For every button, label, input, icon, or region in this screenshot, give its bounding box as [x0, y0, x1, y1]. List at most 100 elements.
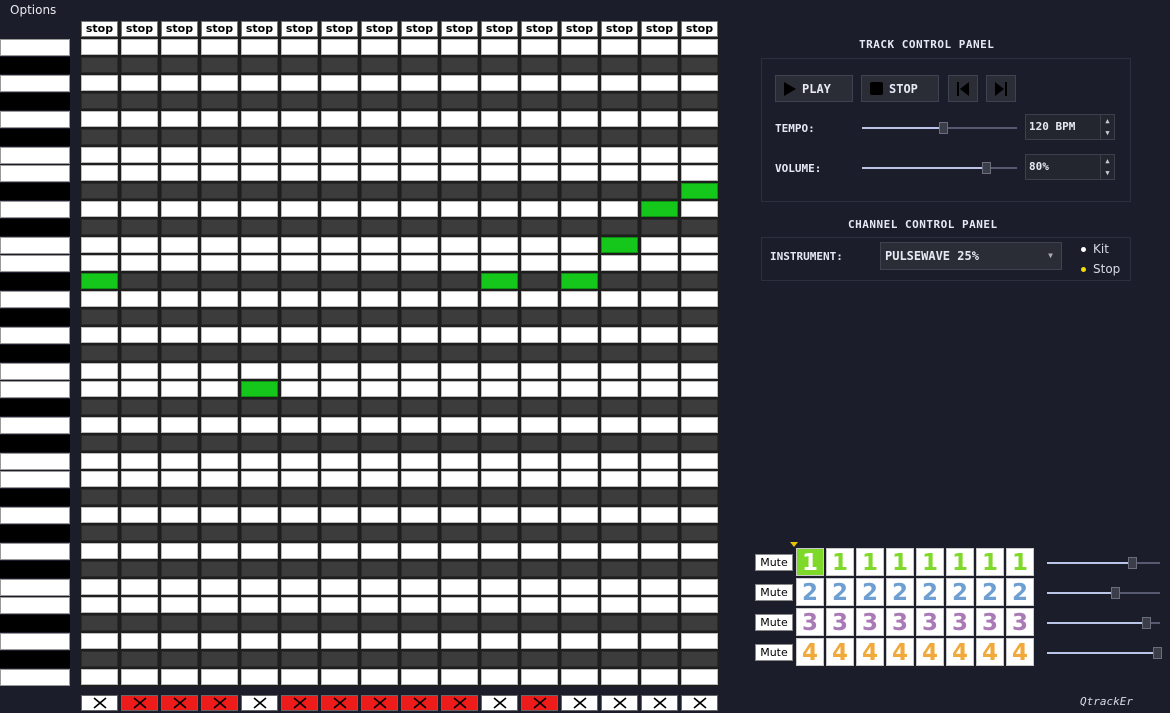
grid-cell[interactable]: [121, 453, 158, 469]
grid-cell[interactable]: [201, 93, 238, 109]
grid-cell[interactable]: [321, 615, 358, 631]
grid-cell[interactable]: [321, 363, 358, 379]
grid-cell[interactable]: [281, 165, 318, 181]
grid-cell[interactable]: [81, 399, 118, 415]
piano-key-white[interactable]: [0, 633, 70, 650]
grid-cell[interactable]: [201, 201, 238, 217]
channel-step[interactable]: 3: [826, 608, 854, 636]
grid-cell[interactable]: [641, 543, 678, 559]
grid-cell[interactable]: [241, 489, 278, 505]
grid-cell[interactable]: [521, 543, 558, 559]
piano-key-white[interactable]: [0, 471, 70, 488]
grid-cell[interactable]: [561, 561, 598, 577]
tempo-slider[interactable]: [862, 122, 1017, 134]
grid-cell[interactable]: [441, 183, 478, 199]
grid-cell[interactable]: [561, 417, 598, 433]
grid-cell[interactable]: [441, 147, 478, 163]
grid-cell[interactable]: [681, 129, 718, 145]
grid-cell[interactable]: [281, 507, 318, 523]
grid-cell[interactable]: [121, 489, 158, 505]
grid-cell[interactable]: [241, 219, 278, 235]
grid-cell[interactable]: [641, 471, 678, 487]
grid-cell[interactable]: [561, 75, 598, 91]
channel-step[interactable]: 1: [916, 548, 944, 576]
grid-cell[interactable]: [441, 255, 478, 271]
grid-cell[interactable]: [401, 93, 438, 109]
grid-cell[interactable]: [241, 201, 278, 217]
grid-cell[interactable]: [201, 615, 238, 631]
grid-cell[interactable]: [281, 39, 318, 55]
grid-cell[interactable]: [641, 399, 678, 415]
grid-cell[interactable]: [441, 633, 478, 649]
grid-cell[interactable]: [561, 435, 598, 451]
grid-cell[interactable]: [681, 363, 718, 379]
grid-cell[interactable]: [681, 453, 718, 469]
column-stop-button[interactable]: stop: [521, 21, 558, 37]
grid-cell[interactable]: [321, 489, 358, 505]
grid-cell[interactable]: [641, 507, 678, 523]
grid-cell[interactable]: [641, 597, 678, 613]
grid-cell[interactable]: [681, 525, 718, 541]
grid-cell[interactable]: [161, 435, 198, 451]
grid-cell[interactable]: [521, 435, 558, 451]
grid-cell[interactable]: [601, 615, 638, 631]
grid-cell[interactable]: [481, 417, 518, 433]
column-mute-toggle[interactable]: [361, 695, 398, 711]
grid-cell[interactable]: [281, 381, 318, 397]
channel-mute-button[interactable]: Mute: [755, 644, 793, 661]
grid-cell[interactable]: [241, 561, 278, 577]
grid-cell[interactable]: [81, 255, 118, 271]
piano-key-white[interactable]: [0, 669, 70, 686]
grid-cell[interactable]: [321, 381, 358, 397]
column-mute-toggle[interactable]: [681, 695, 718, 711]
column-mute-toggle[interactable]: [441, 695, 478, 711]
grid-cell[interactable]: [641, 273, 678, 289]
channel-step[interactable]: 1: [1006, 548, 1034, 576]
piano-key-white[interactable]: [0, 255, 70, 272]
grid-cell[interactable]: [321, 453, 358, 469]
grid-cell[interactable]: [161, 597, 198, 613]
grid-cell[interactable]: [121, 435, 158, 451]
grid-cell[interactable]: [121, 201, 158, 217]
grid-cell[interactable]: [121, 165, 158, 181]
grid-cell[interactable]: [161, 183, 198, 199]
grid-cell[interactable]: [681, 435, 718, 451]
grid-cell[interactable]: [641, 93, 678, 109]
grid-cell[interactable]: [361, 39, 398, 55]
grid-cell[interactable]: [521, 219, 558, 235]
grid-cell[interactable]: [321, 579, 358, 595]
grid-cell[interactable]: [641, 417, 678, 433]
channel-volume-handle[interactable]: [1142, 617, 1152, 629]
channel-step[interactable]: 1: [976, 548, 1004, 576]
grid-cell[interactable]: [201, 57, 238, 73]
grid-cell[interactable]: [81, 237, 118, 253]
grid-cell[interactable]: [241, 147, 278, 163]
grid-cell[interactable]: [161, 381, 198, 397]
grid-cell[interactable]: [481, 255, 518, 271]
grid-cell[interactable]: [321, 327, 358, 343]
grid-cell[interactable]: [361, 345, 398, 361]
grid-cell[interactable]: [361, 75, 398, 91]
grid-cell[interactable]: [281, 129, 318, 145]
grid-cell[interactable]: [521, 273, 558, 289]
grid-cell[interactable]: [281, 57, 318, 73]
grid-cell[interactable]: [361, 237, 398, 253]
grid-cell[interactable]: [81, 363, 118, 379]
grid-cell[interactable]: [241, 543, 278, 559]
grid-cell[interactable]: [441, 579, 478, 595]
grid-cell[interactable]: [441, 345, 478, 361]
grid-cell[interactable]: [201, 507, 238, 523]
grid-cell[interactable]: [481, 201, 518, 217]
grid-cell[interactable]: [121, 93, 158, 109]
grid-cell[interactable]: [601, 255, 638, 271]
grid-cell[interactable]: [81, 417, 118, 433]
grid-cell[interactable]: [441, 543, 478, 559]
grid-cell[interactable]: [161, 561, 198, 577]
piano-key-black[interactable]: [0, 273, 70, 290]
channel-step[interactable]: 2: [826, 578, 854, 606]
grid-cell[interactable]: [561, 183, 598, 199]
column-stop-button[interactable]: stop: [441, 21, 478, 37]
grid-cell[interactable]: [241, 669, 278, 685]
grid-cell[interactable]: [521, 57, 558, 73]
grid-cell[interactable]: [481, 327, 518, 343]
